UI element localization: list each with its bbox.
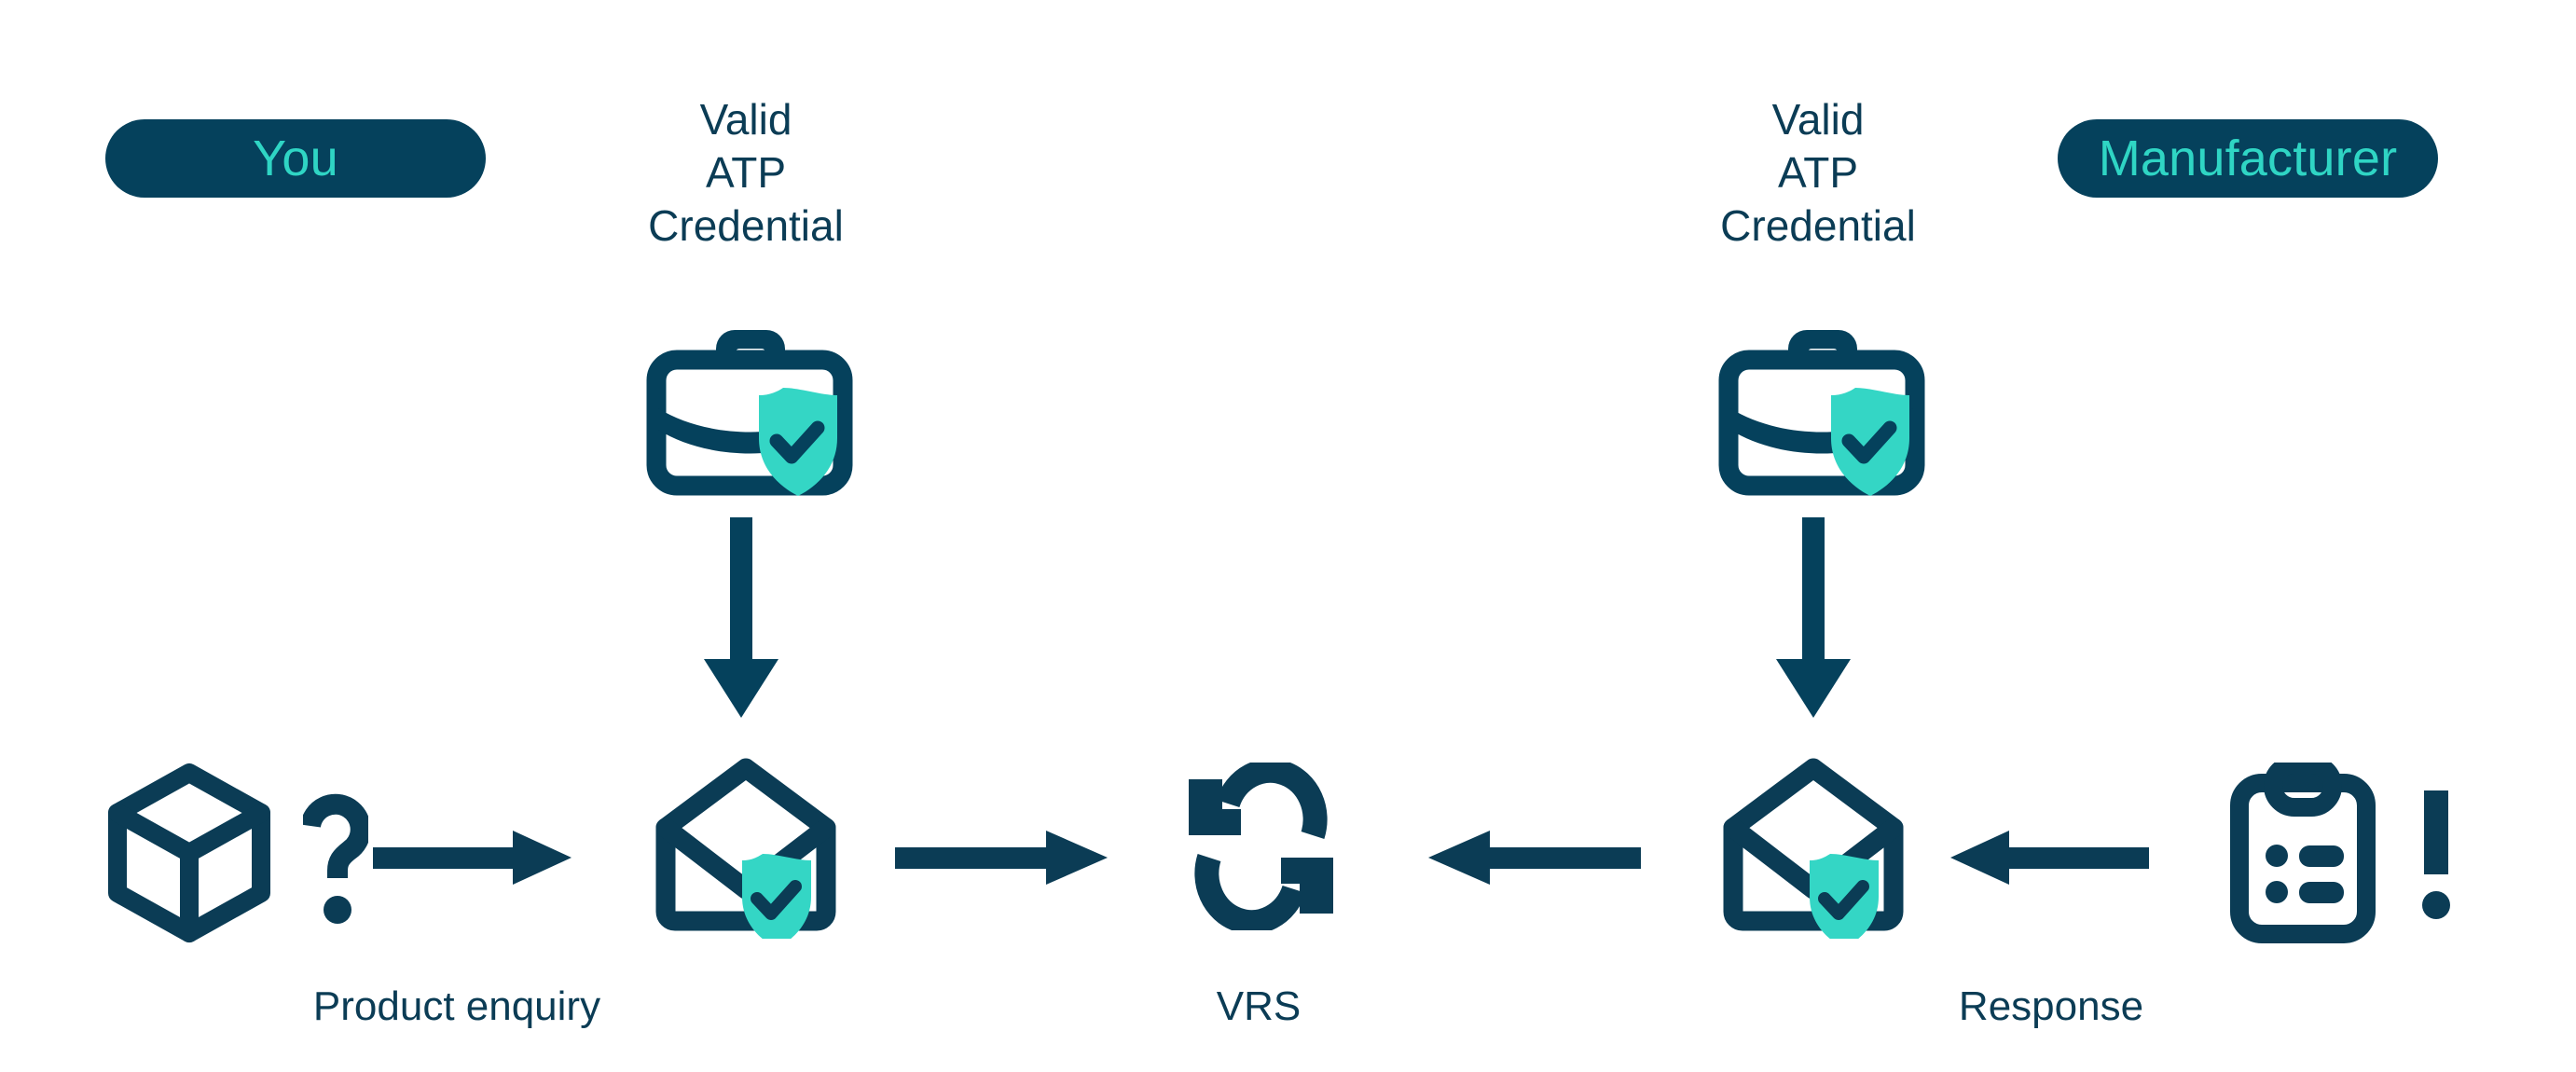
step-label-vrs: VRS (1216, 983, 1302, 1029)
arrow-right-icon (895, 825, 1109, 890)
product-cube-icon (101, 760, 278, 946)
arrow-down-icon (695, 517, 788, 722)
actor-pill-you: You (105, 119, 486, 198)
credential-label-right: Valid ATP Credential (1720, 95, 1916, 251)
arrow-down-icon (1767, 517, 1860, 722)
diagram-canvas: You Manufacturer Valid ATP Credential Va… (0, 0, 2576, 1072)
arrow-right-icon (373, 825, 573, 890)
clipboard-list-icon (2228, 763, 2377, 944)
arrow-left-icon (1949, 825, 2149, 890)
exclamation-mark-icon (2415, 783, 2461, 932)
step-label-response: Response (1958, 983, 2144, 1029)
credential-label-left: Valid ATP Credential (648, 95, 844, 251)
step-label-product-enquiry: Product enquiry (312, 983, 601, 1029)
actor-pill-manufacturer: Manufacturer (2058, 119, 2438, 198)
briefcase-verified-icon (1715, 308, 1939, 508)
arrow-left-icon (1426, 825, 1641, 890)
briefcase-verified-icon (643, 308, 867, 508)
question-mark-icon (303, 783, 368, 932)
refresh-sync-icon (1179, 763, 1343, 930)
envelope-verified-icon (653, 757, 839, 939)
envelope-verified-icon (1720, 757, 1907, 939)
